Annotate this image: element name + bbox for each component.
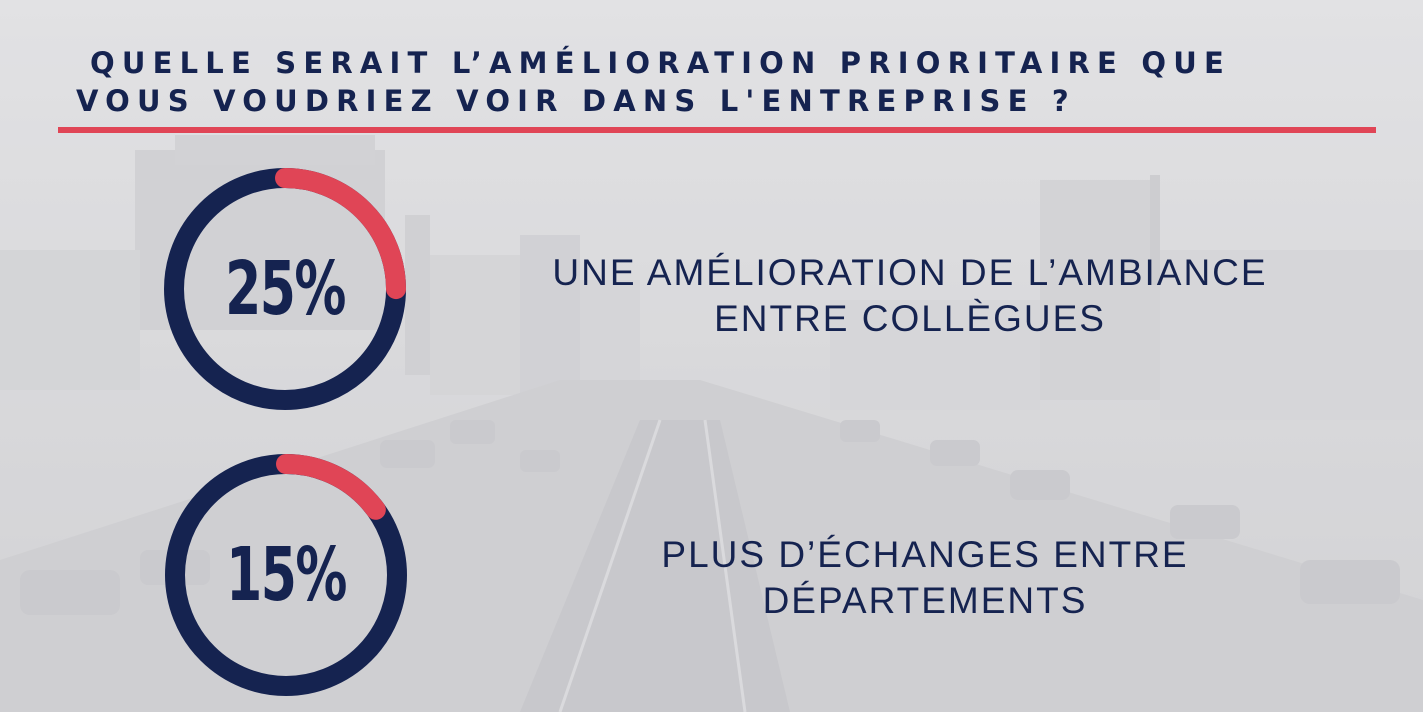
stat-label-1-line-1: UNE AMÉLIORATION DE L’AMBIANCE — [552, 252, 1268, 293]
stat-label-1: UNE AMÉLIORATION DE L’AMBIANCE ENTRE COL… — [500, 250, 1320, 342]
slide-title: QUELLE SERAIT L’AMÉLIORATION PRIORITAIRE… — [76, 44, 1376, 120]
stat-label-2: PLUS D’ÉCHANGES ENTRE DÉPARTEMENTS — [515, 532, 1335, 624]
percent-value-1: 25% — [225, 246, 346, 332]
stat-label-2-line-2: DÉPARTEMENTS — [762, 580, 1088, 621]
title-line-1: QUELLE SERAIT L’AMÉLIORATION PRIORITAIRE… — [90, 46, 1231, 80]
percent-value-2: 15% — [226, 532, 347, 618]
stat-label-1-line-2: ENTRE COLLÈGUES — [714, 298, 1106, 339]
stat-2: 15% — [164, 453, 408, 697]
stat-1: 25% — [163, 167, 407, 411]
title-underline — [58, 127, 1376, 133]
title-line-2: VOUS VOUDRIEZ VOIR DANS L'ENTREPRISE ? — [76, 84, 1076, 118]
stat-label-2-line-1: PLUS D’ÉCHANGES ENTRE — [661, 534, 1189, 575]
